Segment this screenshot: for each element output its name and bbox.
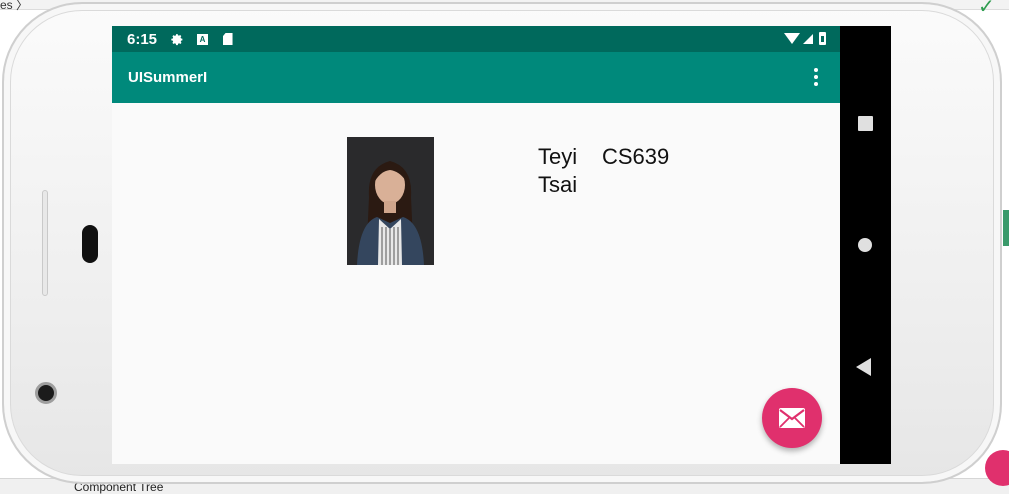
a-box-icon: A [196, 33, 209, 46]
status-time: 6:15 [127, 30, 158, 48]
wifi-icon [784, 33, 800, 44]
profile-photo [347, 137, 434, 265]
main-content: Teyi Tsai CS639 [112, 103, 840, 464]
back-icon[interactable] [856, 358, 871, 376]
more-vert-icon[interactable] [810, 66, 822, 88]
ide-side-tab[interactable] [1003, 210, 1009, 246]
battery-icon [819, 32, 826, 45]
home-icon[interactable] [858, 238, 872, 252]
recent-apps-icon[interactable] [858, 116, 873, 131]
signal-icon [803, 33, 813, 44]
gear-icon [171, 33, 184, 46]
status-bar: 6:15 A [112, 26, 840, 52]
sd-card-icon [221, 33, 234, 46]
device-side-button [42, 190, 48, 296]
navigation-bar [840, 26, 891, 464]
checkmark-icon: ✓ [978, 0, 995, 18]
status-right-icons [784, 32, 826, 45]
device-camera [35, 382, 57, 404]
app-bar: UISummerI [112, 52, 840, 103]
device-screen: 6:15 A UISummerI Teyi Tsai CS639 [112, 26, 891, 464]
app-title: UISummerI [128, 69, 208, 86]
profile-name: Teyi Tsai [538, 144, 578, 197]
profile-course: CS639 [602, 144, 670, 169]
device-speaker [82, 225, 98, 263]
mail-icon [779, 408, 805, 428]
email-fab-button[interactable] [762, 388, 822, 448]
ide-breadcrumb[interactable]: es 〉 [0, 0, 28, 13]
